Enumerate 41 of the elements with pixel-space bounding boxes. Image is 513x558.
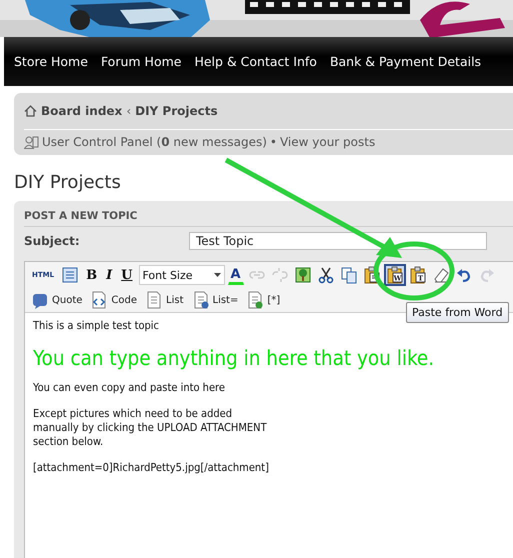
editor-text: You can type anything in here that you like. (33, 345, 436, 371)
speech-bubble-icon (31, 291, 49, 309)
page-title: DIY Projects (14, 171, 122, 195)
document-icon (246, 291, 264, 309)
bullet-separator: • (270, 135, 277, 149)
font-color-button[interactable]: A (228, 265, 244, 285)
italic-button[interactable]: I (103, 265, 116, 285)
breadcrumb-link[interactable]: DIY Projects (135, 104, 218, 118)
view-posts-link[interactable]: View your posts (280, 135, 376, 149)
nav-link[interactable]: Help & Contact Info (194, 54, 317, 69)
underline-button[interactable]: U (118, 265, 136, 285)
code-file-icon (90, 291, 108, 309)
dropdown-arrow-icon[interactable] (214, 273, 220, 277)
copy-icon[interactable] (338, 265, 359, 285)
breadcrumb-link[interactable]: Board index (41, 104, 122, 118)
editor-text: [attachment=0]RichardPetty5.jpg[/attachment] (33, 461, 270, 475)
list-item-button[interactable]: [*] (246, 290, 280, 310)
quote-button[interactable]: Quote (31, 290, 82, 310)
document-icon (145, 291, 164, 309)
nav-link[interactable]: Bank & Payment Details (330, 54, 482, 69)
document-icon (192, 291, 210, 309)
subject-label: Subject: (24, 234, 81, 248)
bold-button[interactable]: B (83, 265, 100, 285)
ordered-list-button[interactable]: List= (192, 290, 238, 310)
editor-text: This is a simple test topic (33, 319, 160, 333)
font-size-dropdown[interactable]: Font Size (138, 265, 224, 285)
code-button[interactable]: Code (90, 290, 138, 310)
control-panel-link[interactable]: User Control Panel (0 new messages) (42, 135, 267, 149)
panel-heading: POST A NEW TOPIC (24, 207, 513, 227)
nav-link[interactable]: Store Home (14, 54, 88, 69)
list-button[interactable]: List (145, 290, 184, 310)
breadcrumb-separator: ‹ (126, 104, 132, 118)
tooltip: Paste from Word (406, 302, 509, 323)
editor-text: You can even copy and paste into here (33, 381, 226, 395)
document-icon[interactable] (60, 265, 80, 285)
subject-field[interactable]: Test Topic (189, 232, 487, 250)
nav-link[interactable]: Forum Home (100, 54, 182, 69)
tree-picture-icon[interactable] (292, 265, 313, 285)
users-icon (24, 136, 39, 148)
home-icon (24, 105, 37, 117)
editor-text: Except pictures which need to be added manually by clicking the UPLOAD ATTACHMENT section below. (33, 407, 268, 449)
